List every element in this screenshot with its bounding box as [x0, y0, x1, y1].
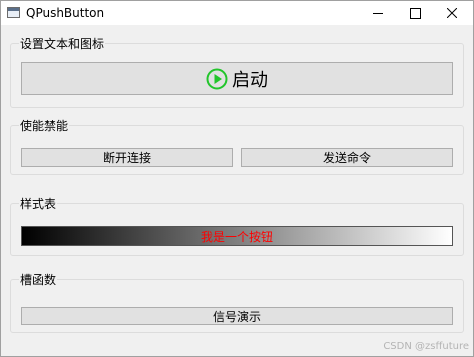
group-title-slot: 槽函数	[19, 271, 58, 288]
title-bar: QPushButton	[1, 1, 473, 25]
close-icon	[447, 8, 457, 18]
minimize-button[interactable]	[357, 1, 399, 25]
disconnect-button[interactable]: 断开连接	[21, 148, 233, 167]
signal-demo-button[interactable]: 信号演示	[21, 307, 453, 325]
window-title: QPushButton	[26, 6, 105, 20]
play-circle-icon	[206, 68, 228, 89]
disconnect-button-label: 断开连接	[102, 151, 151, 165]
group-title-text-icon: 设置文本和图标	[19, 35, 106, 52]
start-button[interactable]: 启动	[21, 62, 453, 95]
main-window: QPushButton 设置文本和图标 启动 使能禁能 断开连接 发送命令 样式…	[0, 0, 474, 357]
styled-button[interactable]: 我是一个按钮	[21, 226, 453, 246]
close-button[interactable]	[431, 1, 473, 25]
send-command-button[interactable]: 发送命令	[241, 148, 453, 167]
start-button-label: 启动	[232, 69, 268, 91]
maximize-button[interactable]	[394, 1, 436, 25]
send-command-button-label: 发送命令	[322, 151, 371, 165]
group-title-enable: 使能禁能	[19, 117, 70, 134]
app-window-icon	[7, 7, 20, 18]
csdn-watermark: CSDN @zsffuture	[383, 341, 469, 352]
signal-demo-button-label: 信号演示	[212, 309, 261, 324]
styled-button-label: 我是一个按钮	[200, 229, 273, 244]
group-title-stylesheet: 样式表	[19, 195, 58, 212]
